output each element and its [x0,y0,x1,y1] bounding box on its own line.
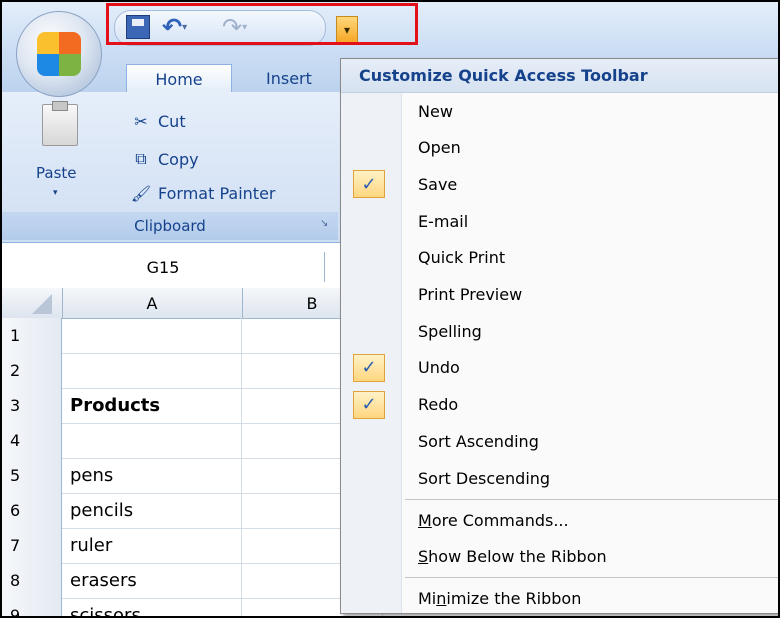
row-header[interactable]: 1 [2,318,62,353]
menu-item-label: Redo [418,395,459,415]
menu-item-label: Save [418,174,458,194]
customize-qat-button[interactable]: ▾ [336,16,358,44]
checkmark-icon: ✓ [353,390,385,419]
office-button[interactable] [16,11,102,97]
menu-item-new[interactable]: New [341,93,778,129]
copy-label: Copy [158,149,199,169]
row-header[interactable]: 5 [2,458,62,493]
menu-separator [405,498,778,500]
cell-a[interactable] [62,423,242,458]
cut-label: Cut [158,111,186,131]
menu-item-label: Sort Ascending [418,431,539,451]
menu-item-label: Undo [418,358,460,378]
chevron-down-icon: ▾ [343,23,351,37]
menu-item-undo[interactable]: ✓ Undo [341,350,778,386]
menu-item-label: Print Preview [418,285,523,304]
cell-a[interactable]: pens [62,458,242,493]
menu-item-save[interactable]: ✓ Save [341,166,778,202]
qat-undo-button[interactable]: ↶ ▾ [162,13,188,41]
cell-a[interactable]: erasers [62,563,242,598]
paste-dropdown-icon[interactable]: ▾ [53,188,58,198]
select-all-icon [32,294,52,314]
qat-redo-button[interactable]: ↷ ▾ [222,13,248,41]
select-all-button[interactable] [2,288,63,318]
cell-a[interactable]: scissors [62,598,242,616]
row-header[interactable]: 7 [2,528,62,563]
menu-item-label: Spelling [418,321,482,341]
tab-insert[interactable]: Insert [256,64,322,92]
paintbrush-icon: 🖌 [130,183,152,203]
row-header[interactable]: 8 [2,563,62,598]
menu-item-quick-print[interactable]: Quick Print [341,240,778,276]
cell-a[interactable]: ruler [62,528,242,563]
dialog-launcher-icon[interactable]: ↘ [320,218,328,229]
row-header[interactable]: 4 [2,423,62,458]
menu-item-label: E-mail [418,211,469,231]
cell-a[interactable]: Products [62,388,242,423]
menu-item-open[interactable]: Open [341,130,778,166]
menu-item-label: Sort Descending [418,468,551,488]
menu-item-label: Quick Print [418,248,506,268]
cut-button[interactable]: ✂ Cut [130,108,186,134]
name-box[interactable]: G15 [2,252,325,282]
menu-item-label: Show Below the Ribbon [418,547,607,567]
menu-item-sort-descending[interactable]: Sort Descending [341,460,778,496]
clipboard-icon[interactable] [42,101,78,146]
row-header[interactable]: 9 [2,598,62,616]
menu-item-show-below-ribbon[interactable]: Show Below the Ribbon [341,539,778,575]
format-painter-button[interactable]: 🖌 Format Painter [130,180,276,206]
undo-dropdown-icon: ▾ [182,21,188,33]
copy-button[interactable]: ⧉ Copy [130,146,199,172]
menu-item-label: More Commands... [418,511,569,531]
redo-dropdown-icon: ▾ [242,21,248,33]
paste-button[interactable]: Paste [36,164,77,182]
menu-item-spelling[interactable]: Spelling [341,313,778,349]
tab-home[interactable]: Home [126,64,232,93]
menu-item-more-commands[interactable]: More Commands... [341,503,778,539]
title-bar: ↶ ▾ ↷ ▾ ▾ [2,2,778,58]
copy-icon: ⧉ [135,149,147,168]
menu-item-sort-ascending[interactable]: Sort Ascending [341,423,778,459]
menu-item-label: Minimize the Ribbon [418,589,582,609]
cell-a[interactable] [62,353,242,388]
menu-item-label: New [418,101,453,121]
redo-icon: ↷ [222,13,243,41]
menu-separator [405,576,778,578]
menu-item-e-mail[interactable]: E-mail [341,203,778,239]
cell-a[interactable] [62,318,242,353]
office-logo-icon [37,32,81,76]
menu-item-minimize-ribbon[interactable]: Minimize the Ribbon [341,581,778,616]
scissors-icon: ✂ [134,111,148,131]
format-painter-label: Format Painter [158,183,276,203]
undo-icon: ↶ [162,13,183,41]
save-icon [126,15,150,39]
checkmark-icon: ✓ [353,353,385,382]
menu-item-label: Open [418,138,461,158]
checkmark-icon: ✓ [353,170,385,199]
menu-item-print-preview[interactable]: Print Preview [341,277,778,313]
clipboard-group-label: Clipboard [2,212,338,240]
row-header[interactable]: 2 [2,353,62,388]
column-header-a[interactable]: A [62,288,243,318]
excel-window: ↶ ▾ ↷ ▾ ▾ Home Insert Paste ▾ ✂ Cut ⧉ Co… [0,0,780,618]
customize-qat-menu: Customize Quick Access Toolbar New Open ✓ S… [340,58,778,616]
qat-save-button[interactable] [126,14,150,40]
cell-a[interactable]: pencils [62,493,242,528]
menu-title: Customize Quick Access Toolbar [341,59,778,93]
menu-item-redo[interactable]: ✓ Redo [341,387,778,423]
row-header[interactable]: 6 [2,493,62,528]
row-header[interactable]: 3 [2,388,62,423]
